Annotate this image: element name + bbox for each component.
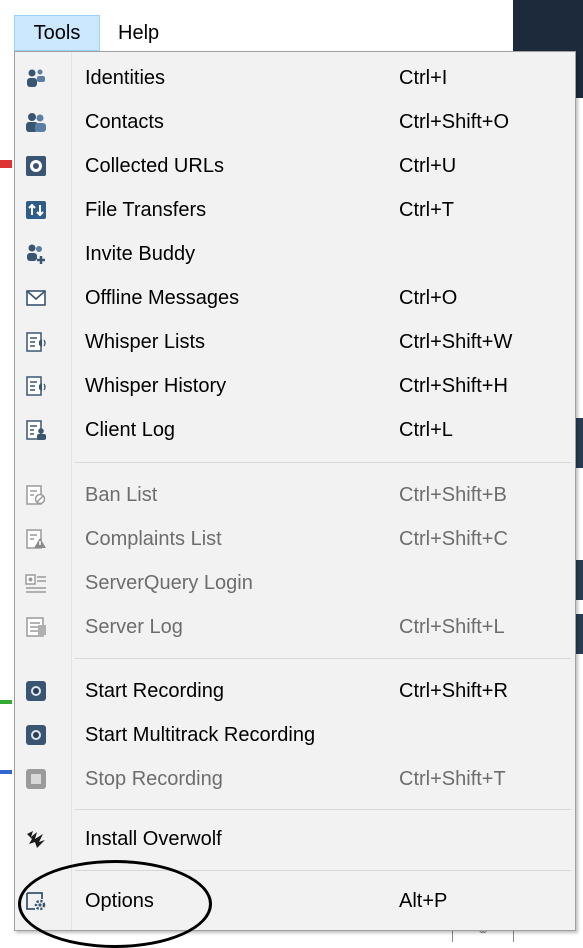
- menu-separator: [75, 462, 571, 463]
- multitrack-record-icon: [25, 724, 47, 746]
- menu-bar: Tools Help: [0, 15, 513, 51]
- menu-item-start-multitrack-recording[interactable]: Start Multitrack Recording: [15, 713, 575, 757]
- contacts-icon: [25, 111, 47, 133]
- stop-icon: [25, 768, 47, 790]
- menu-item-label: Start Recording: [85, 680, 224, 702]
- menu-item-label: Offline Messages: [85, 287, 240, 309]
- menu-item-collected-urls[interactable]: Collected URLs Ctrl+U: [15, 144, 575, 188]
- menu-item-shortcut: Ctrl+L: [399, 419, 453, 441]
- menu-help[interactable]: Help: [118, 15, 159, 51]
- serverquery-login-icon: [25, 572, 47, 594]
- menu-item-shortcut: Ctrl+Shift+H: [399, 375, 508, 397]
- menu-item-shortcut: Ctrl+Shift+L: [399, 616, 505, 638]
- background-stripe: [575, 614, 583, 654]
- menu-item-label: Stop Recording: [85, 768, 223, 790]
- menu-item-label: Collected URLs: [85, 155, 224, 177]
- menu-item-shortcut: Ctrl+Shift+W: [399, 331, 513, 353]
- whisper-lists-icon: [25, 331, 47, 353]
- menu-tools[interactable]: Tools: [14, 15, 100, 51]
- menu-item-label: Complaints List: [85, 528, 222, 550]
- file-transfers-icon: [25, 199, 47, 221]
- menu-item-invite-buddy[interactable]: Invite Buddy: [15, 232, 575, 276]
- menu-item-label: File Transfers: [85, 199, 207, 221]
- menu-item-label: Whisper Lists: [85, 331, 206, 353]
- menu-item-shortcut: Ctrl+Shift+T: [399, 768, 506, 790]
- menu-item-contacts[interactable]: Contacts Ctrl+Shift+O: [15, 100, 575, 144]
- menu-item-label: Install Overwolf: [85, 828, 222, 850]
- menu-item-server-log[interactable]: Server Log Ctrl+Shift+L: [15, 605, 575, 649]
- menu-item-file-transfers[interactable]: File Transfers Ctrl+T: [15, 188, 575, 232]
- menu-item-serverquery-login[interactable]: ServerQuery Login: [15, 561, 575, 605]
- background-mark: [0, 700, 12, 704]
- menu-item-label: Invite Buddy: [85, 243, 196, 265]
- menu-item-shortcut: Ctrl+U: [399, 155, 457, 177]
- menu-item-label: Server Log: [85, 616, 183, 638]
- menu-item-shortcut: Ctrl+Shift+C: [399, 528, 508, 550]
- menu-item-shortcut: Ctrl+T: [399, 199, 454, 221]
- complaints-list-icon: [25, 528, 47, 550]
- background-stripe: [575, 418, 583, 468]
- menu-separator: [75, 658, 571, 659]
- menu-item-shortcut: Ctrl+I: [399, 67, 448, 89]
- menu-item-identities[interactable]: Identities Ctrl+I: [15, 56, 575, 100]
- background-mark: [0, 160, 12, 168]
- menu-item-label: Whisper History: [85, 375, 227, 397]
- menu-item-label: ServerQuery Login: [85, 572, 253, 594]
- overwolf-icon: [25, 828, 47, 850]
- tools-dropdown-menu: Identities Ctrl+I Contacts Ctrl+Shift+O …: [14, 51, 576, 931]
- menu-item-ban-list[interactable]: Ban List Ctrl+Shift+B: [15, 473, 575, 517]
- background-dark-panel-edge: [575, 86, 583, 98]
- menu-item-install-overwolf[interactable]: Install Overwolf: [15, 817, 575, 861]
- menu-item-shortcut: Alt+P: [399, 890, 448, 912]
- menu-item-stop-recording[interactable]: Stop Recording Ctrl+Shift+T: [15, 757, 575, 801]
- whisper-history-icon: [25, 375, 47, 397]
- server-log-icon: [25, 616, 47, 638]
- menu-item-label: Start Multitrack Recording: [85, 724, 316, 746]
- menu-item-label: Identities: [85, 67, 166, 89]
- background-mark: [0, 770, 12, 774]
- record-icon: [25, 680, 47, 702]
- menu-item-whisper-history[interactable]: Whisper History Ctrl+Shift+H: [15, 364, 575, 408]
- menu-item-shortcut: Ctrl+Shift+R: [399, 680, 508, 702]
- background-stripe: [575, 560, 583, 600]
- client-log-icon: [25, 419, 47, 441]
- menu-item-shortcut: Ctrl+Shift+B: [399, 484, 507, 506]
- identities-icon: [25, 67, 47, 89]
- menu-item-shortcut: Ctrl+O: [399, 287, 458, 309]
- menu-item-whisper-lists[interactable]: Whisper Lists Ctrl+Shift+W: [15, 320, 575, 364]
- menu-item-complaints-list[interactable]: Complaints List Ctrl+Shift+C: [15, 517, 575, 561]
- menu-item-label: Contacts: [85, 111, 164, 133]
- ban-list-icon: [25, 484, 47, 506]
- menu-item-start-recording[interactable]: Start Recording Ctrl+Shift+R: [15, 669, 575, 713]
- menu-item-label: Ban List: [85, 484, 158, 506]
- highlight-circle-annotation: [18, 860, 212, 948]
- menu-item-offline-messages[interactable]: Offline Messages Ctrl+O: [15, 276, 575, 320]
- menu-item-client-log[interactable]: Client Log Ctrl+L: [15, 408, 575, 452]
- collected-urls-icon: [25, 155, 47, 177]
- invite-buddy-icon: [25, 243, 47, 265]
- menu-item-label: Client Log: [85, 419, 176, 441]
- menu-separator: [75, 809, 571, 810]
- envelope-icon: [25, 287, 47, 309]
- menu-item-shortcut: Ctrl+Shift+O: [399, 111, 510, 133]
